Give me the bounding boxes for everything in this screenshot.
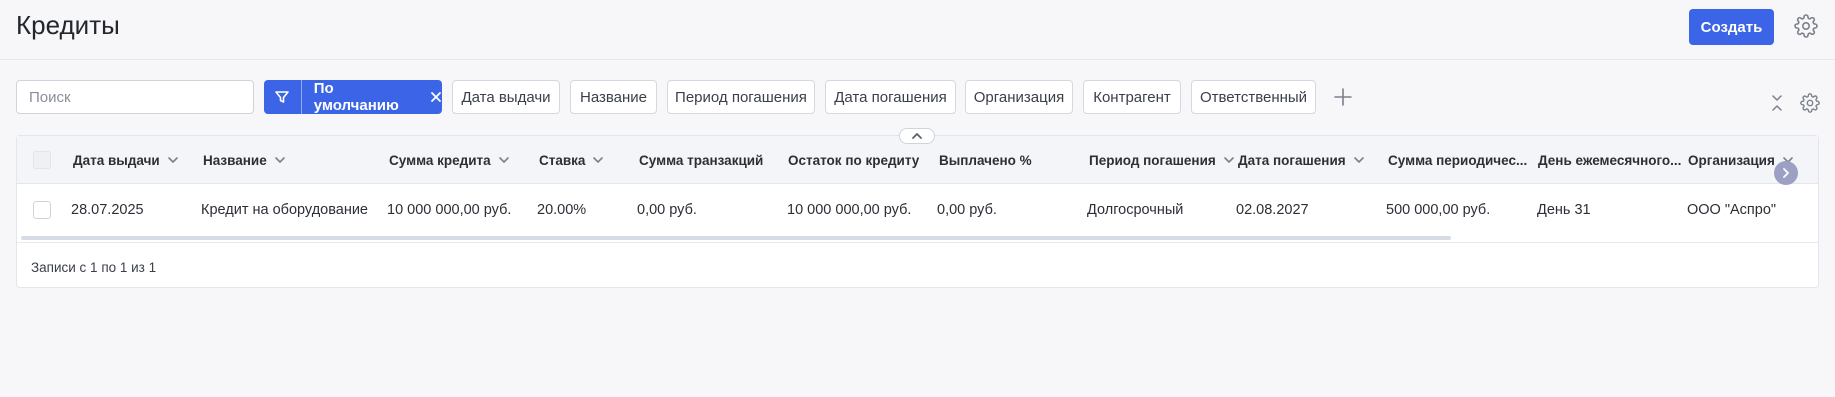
table-row[interactable]: 28.07.2025 Кредит на оборудование 10 000… [17,184,1818,236]
chevron-down-icon [1223,157,1234,163]
column-header-label: Период погашения [1089,152,1216,168]
column-header-label: Организация [1688,152,1775,168]
chevron-down-icon [274,157,285,163]
cell-monthly-day: День 31 [1537,202,1591,218]
cell-repayment-period: Долгосрочный [1087,202,1184,218]
column-header-label: Дата погашения [1238,152,1346,168]
credits-table: Дата выдачи Название Сумма кредита Ставк… [16,135,1819,288]
cell-issue-date: 28.07.2025 [71,202,144,218]
horizontal-scrollbar[interactable] [21,236,1451,240]
filter-chip-issue-date[interactable]: Дата выдачи [452,80,560,114]
column-header-balance[interactable]: Остаток по кредиту [788,136,919,184]
chevron-down-icon [593,157,604,163]
chevron-up-icon [912,133,922,139]
column-header-repayment-date[interactable]: Дата погашения [1238,136,1364,184]
filter-chip-repayment-date[interactable]: Дата погашения [825,80,956,114]
divider [17,242,1818,243]
filter-chip-responsible[interactable]: Ответственный [1191,80,1316,114]
column-header-monthly-day[interactable]: День ежемесячного... [1538,136,1681,184]
cell-name: Кредит на оборудование [201,202,368,218]
filters-toggle-button[interactable] [899,128,935,144]
scroll-right-button[interactable] [1774,161,1798,185]
cell-balance: 10 000 000,00 руб. [787,202,912,218]
filter-chip-repayment-period[interactable]: Период погашения [667,80,815,114]
column-header-transactions-sum[interactable]: Сумма транзакций [639,136,763,184]
column-header-issue-date[interactable]: Дата выдачи [73,136,178,184]
chevron-down-icon [498,157,509,163]
gear-icon[interactable] [1800,93,1820,113]
chevron-right-icon [1783,168,1789,178]
close-icon[interactable] [430,80,442,114]
cell-organization: ООО "Аспро" [1687,202,1777,218]
cell-repayment-date: 02.08.2027 [1236,202,1309,218]
cell-transactions-sum: 0,00 руб. [637,202,697,218]
preset-filter-label: По умолчанию [313,80,399,114]
search-input[interactable] [16,80,254,114]
cell-periodic-sum: 500 000,00 руб. [1386,202,1491,218]
column-header-rate[interactable]: Ставка [539,136,604,184]
column-header-label: Название [203,152,267,168]
column-header-name[interactable]: Название [203,136,285,184]
page-header: Кредиты Создать [0,0,1835,60]
chevron-down-icon [167,157,178,163]
row-checkbox[interactable] [33,201,51,219]
create-button[interactable]: Создать [1689,9,1774,45]
preset-filter-chip[interactable]: По умолчанию [264,80,442,114]
column-header-label: Дата выдачи [73,152,160,168]
filter-chip-name[interactable]: Название [570,80,657,114]
cell-credit-amount: 10 000 000,00 руб. [387,202,512,218]
plus-icon[interactable] [1332,86,1354,108]
select-all-checkbox[interactable] [33,151,51,169]
cell-rate: 20.00% [537,202,587,218]
column-header-repayment-period[interactable]: Период погашения [1089,136,1234,184]
collapse-icon[interactable] [1770,93,1784,113]
column-header-credit-amount[interactable]: Сумма кредита [389,136,509,184]
records-info: Записи с 1 по 1 из 1 [31,260,157,275]
chevron-down-icon [1353,157,1364,163]
page-title: Кредиты [16,10,120,40]
column-header-periodic-sum[interactable]: Сумма периодичес... [1388,136,1527,184]
gear-icon[interactable] [1794,14,1818,38]
column-header-label: Ставка [539,152,586,168]
filter-chip-organization[interactable]: Организация [965,80,1073,114]
filter-chip-counterparty[interactable]: Контрагент [1083,80,1181,114]
filter-icon[interactable] [264,80,302,114]
column-header-paid-percent[interactable]: Выплачено % [939,136,1032,184]
cell-paid-percent: 0,00 руб. [937,202,997,218]
column-header-label: Сумма кредита [389,152,491,168]
